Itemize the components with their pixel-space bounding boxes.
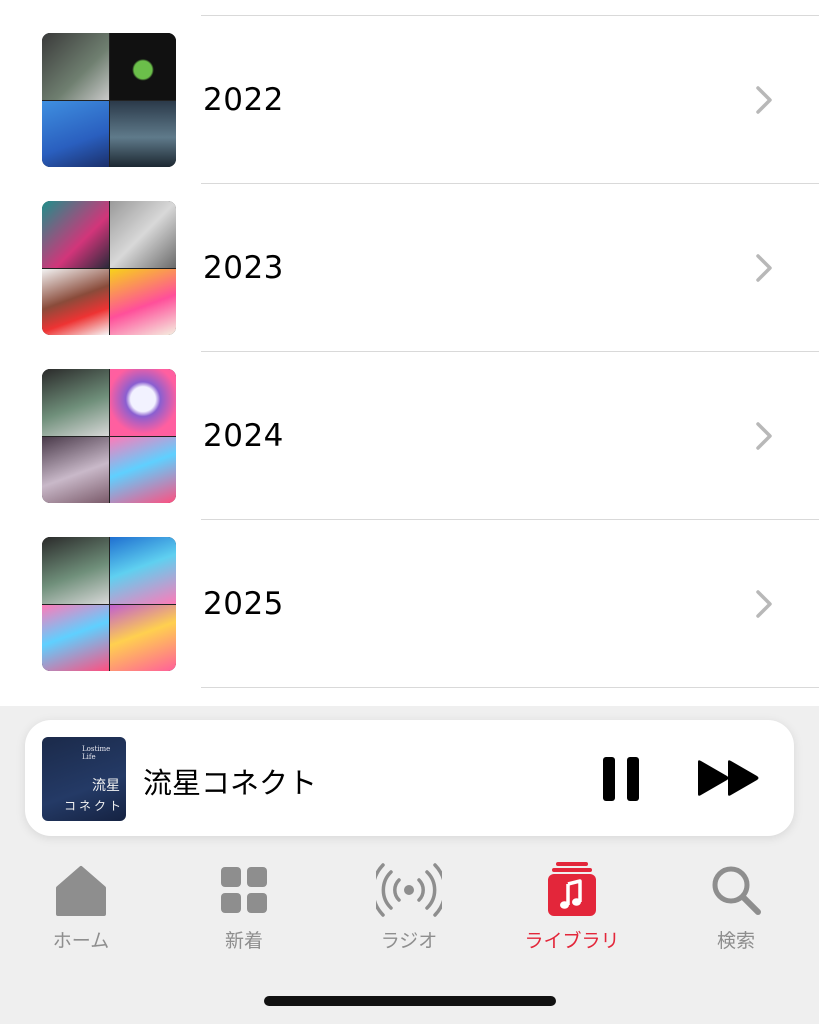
playlist-artwork [42, 369, 176, 503]
pause-icon[interactable] [601, 756, 641, 802]
playlist-artwork [42, 33, 176, 167]
home-icon [56, 866, 106, 916]
grid-icon [221, 867, 267, 913]
list-item-2025[interactable]: 2025 [0, 504, 819, 688]
tab-home[interactable]: ホーム [16, 850, 146, 960]
list-item-2024[interactable]: 2024 [0, 336, 819, 520]
list-item-2023[interactable]: 2023 [0, 168, 819, 352]
chevron-right-icon [756, 86, 772, 114]
tab-label: ラジオ [380, 930, 438, 952]
artwork-text: コネクト [64, 799, 125, 813]
now-playing-title: 流星コネクト [143, 766, 318, 800]
chevron-right-icon [756, 590, 772, 618]
playlist-artwork [42, 537, 176, 671]
chevron-right-icon [756, 254, 772, 282]
divider [201, 687, 819, 688]
artwork-text: 流星 [92, 778, 120, 794]
playlist-title: 2023 [203, 250, 284, 286]
tab-bar: ホーム 新着 ラジオ ライブラリ 検索 [0, 850, 819, 960]
now-playing-artwork: Lostime Life 流星 コネクト [42, 737, 126, 821]
fast-forward-icon[interactable] [695, 758, 763, 798]
search-icon [712, 866, 761, 915]
chevron-right-icon [756, 422, 772, 450]
playlist-title: 2022 [203, 82, 284, 118]
playlist-title: 2024 [203, 418, 284, 454]
tab-label: ライブラリ [524, 930, 620, 952]
tab-radio[interactable]: ラジオ [344, 850, 474, 960]
tab-label: ホーム [52, 930, 110, 952]
mini-player[interactable]: Lostime Life 流星 コネクト 流星コネクト [25, 720, 794, 836]
tab-search[interactable]: 検索 [671, 850, 801, 960]
home-indicator[interactable] [264, 996, 556, 1006]
artwork-text: Lostime Life [82, 745, 111, 761]
playlist-title: 2025 [203, 586, 284, 622]
library-icon [548, 862, 596, 916]
tab-label: 新着 [224, 930, 263, 952]
tab-library[interactable]: ライブラリ [507, 850, 637, 960]
tab-label: 検索 [716, 930, 755, 952]
tab-new[interactable]: 新着 [179, 850, 309, 960]
playlist-artwork [42, 201, 176, 335]
radio-icon [376, 863, 442, 917]
list-item-2022[interactable]: 2022 [0, 0, 819, 184]
